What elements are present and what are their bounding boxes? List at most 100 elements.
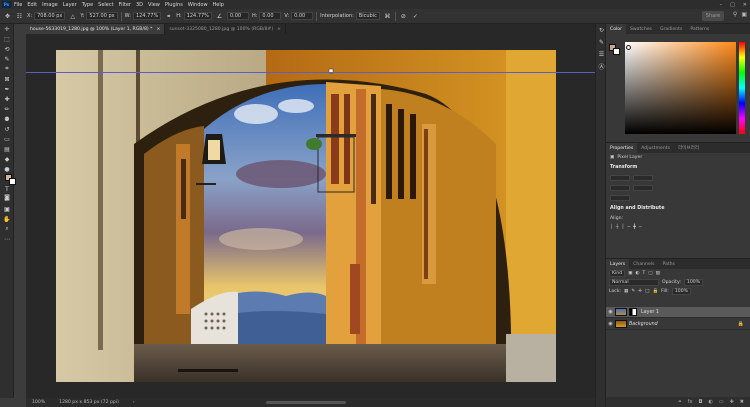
zoom-level[interactable]: 100% <box>32 400 45 405</box>
menu-type[interactable]: Type <box>82 2 93 8</box>
h-input[interactable]: 124.77% <box>183 12 212 20</box>
tab-layers[interactable]: Layers <box>606 259 630 269</box>
w-input[interactable]: 124.77% <box>132 12 162 20</box>
dodge-tool-icon[interactable]: ● <box>0 164 14 174</box>
add-mask-icon[interactable]: ◘ <box>699 399 703 405</box>
tab-swatches[interactable]: Swatches <box>626 24 656 34</box>
tab-patterns[interactable]: Patterns <box>686 24 713 34</box>
tab-libraries[interactable]: 라이브러리 <box>674 143 703 153</box>
workspace-icon[interactable]: ▣ <box>741 11 747 18</box>
reference-point-icon[interactable]: ☷ <box>15 12 24 21</box>
new-layer-icon[interactable]: ✚ <box>730 399 734 405</box>
menu-plugins[interactable]: Plugins <box>165 2 183 8</box>
angle-input[interactable]: 0.00 <box>226 12 249 20</box>
menu-window[interactable]: Window <box>188 2 208 8</box>
filter-pixel-icon[interactable]: ▣ <box>628 271 632 276</box>
frame-tool-icon[interactable]: ⊠ <box>0 74 14 84</box>
menu-filter[interactable]: Filter <box>119 2 131 8</box>
opacity-input[interactable]: 100% <box>683 279 704 286</box>
align-left-icon[interactable]: │ <box>610 225 613 230</box>
lock-paint-icon[interactable]: ✎ <box>631 289 635 294</box>
eyedropper-tool-icon[interactable]: ✒ <box>0 84 14 94</box>
crop-tool-icon[interactable]: ⌗ <box>0 64 14 74</box>
color-field[interactable] <box>625 42 736 134</box>
tab-sunset[interactable]: sunset-3325080_1280.jpg @ 100% (RGB/8#) … <box>165 24 287 34</box>
tab-house[interactable]: house-5633019_1280.jpg @ 100% (Layer 1, … <box>26 24 166 34</box>
transform-x-input[interactable] <box>633 175 653 181</box>
vskew-input[interactable]: 0.00 <box>291 12 314 20</box>
menu-help[interactable]: Help <box>213 2 224 8</box>
group-folder-icon[interactable]: ▭ <box>719 399 724 405</box>
quick-mask-icon[interactable]: ◙ <box>0 192 14 202</box>
y-input[interactable]: 527.00 px <box>86 12 118 20</box>
layer-mask-thumbnail[interactable] <box>629 308 637 316</box>
cancel-transform-icon[interactable]: ⊘ <box>399 12 408 21</box>
menu-3d[interactable]: 3D <box>136 2 143 8</box>
document-image[interactable] <box>26 34 595 398</box>
canvas-area[interactable] <box>26 34 595 398</box>
align-top-icon[interactable]: ─ <box>627 225 630 230</box>
close-icon[interactable]: × <box>277 27 281 32</box>
layer-name[interactable]: Background <box>629 322 658 327</box>
share-button[interactable]: Share <box>702 11 724 21</box>
lock-artboard-icon[interactable]: □ <box>645 289 649 294</box>
menu-edit[interactable]: Edit <box>27 2 37 8</box>
menu-layer[interactable]: Layer <box>63 2 77 8</box>
search-icon[interactable]: ⚲ <box>733 11 737 18</box>
screen-mode-icon[interactable]: ▣ <box>0 204 14 214</box>
layer-row-background[interactable]: ◉ Background 🔒 <box>606 319 750 330</box>
lock-all-icon[interactable]: 🔒 <box>652 289 658 294</box>
visibility-eye-icon[interactable]: ◉ <box>606 309 615 315</box>
blend-mode-select[interactable]: Normal <box>609 279 659 286</box>
lock-icon[interactable]: 🔒 <box>738 321 744 327</box>
minimize-button[interactable]: – <box>720 2 723 8</box>
transform-y-input[interactable] <box>633 185 653 191</box>
filter-type-icon[interactable]: T <box>642 271 645 276</box>
warp-icon[interactable]: ⌘ <box>383 12 392 21</box>
hskew-input[interactable]: 0.00 <box>259 12 282 20</box>
hue-slider[interactable] <box>739 42 745 134</box>
lock-pixels-icon[interactable]: ▦ <box>624 289 628 294</box>
kind-filter-select[interactable]: Kind <box>609 270 626 277</box>
transform-angle-input[interactable] <box>610 195 630 201</box>
brush-tool-icon[interactable]: ✏ <box>0 104 14 114</box>
filter-shape-icon[interactable]: ▢ <box>648 271 652 276</box>
menu-view[interactable]: View <box>148 2 160 8</box>
align-bottom-icon[interactable]: ─ <box>639 225 642 230</box>
interpolation-select[interactable]: Bicubic <box>355 12 380 20</box>
color-picker-marker[interactable] <box>626 45 631 50</box>
layer-row-layer-1[interactable]: ◉ Layer 1 <box>606 307 750 318</box>
gradient-tool-icon[interactable]: ▤ <box>0 144 14 154</box>
close-window-button[interactable]: ✕ <box>743 2 747 8</box>
history-brush-tool-icon[interactable]: ↺ <box>0 124 14 134</box>
stamp-tool-icon[interactable]: ⚉ <box>0 114 14 124</box>
marquee-tool-icon[interactable]: ⬚ <box>0 34 14 44</box>
x-input[interactable]: 708.00 px <box>34 12 66 20</box>
more-tools-icon[interactable]: ⋯ <box>0 234 14 244</box>
align-section-title[interactable]: Align and Distribute <box>606 203 750 214</box>
tab-channels[interactable]: Channels <box>629 259 658 269</box>
align-center-icon[interactable]: ┼ <box>616 225 619 230</box>
lock-move-icon[interactable]: ✛ <box>638 289 642 294</box>
transform-tool-icon[interactable]: ✥ <box>3 12 12 21</box>
close-icon[interactable]: × <box>156 27 160 32</box>
filter-adjust-icon[interactable]: ◐ <box>635 271 639 276</box>
layer-name[interactable]: Layer 1 <box>641 310 659 315</box>
tab-gradients[interactable]: Gradients <box>656 24 686 34</box>
maximize-button[interactable]: □ <box>730 2 735 8</box>
zoom-tool-icon[interactable]: ⌕ <box>0 224 14 234</box>
tab-adjustments[interactable]: Adjustments <box>637 143 674 153</box>
fill-input[interactable]: 100% <box>671 288 691 295</box>
tab-color[interactable]: Color <box>606 24 626 34</box>
eraser-tool-icon[interactable]: ▭ <box>0 134 14 144</box>
tab-properties[interactable]: Properties <box>606 143 638 153</box>
trash-icon[interactable]: ✖ <box>740 399 744 405</box>
fx-icon[interactable]: fx <box>688 399 693 405</box>
transform-w-input[interactable] <box>610 175 630 181</box>
horizontal-scrollbar[interactable] <box>266 401 346 404</box>
menu-file[interactable]: File <box>14 2 22 8</box>
blur-tool-icon[interactable]: ◆ <box>0 154 14 164</box>
commit-transform-icon[interactable]: ✓ <box>411 12 420 21</box>
transform-section-title[interactable]: Transform <box>606 162 750 173</box>
filter-smart-icon[interactable]: ▨ <box>656 271 660 276</box>
